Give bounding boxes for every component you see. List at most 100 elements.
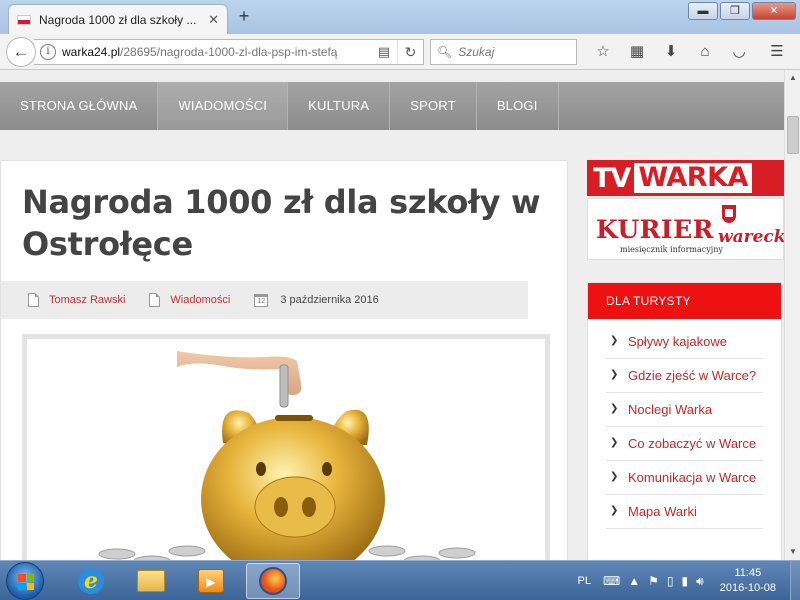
site-info-icon[interactable]: i [40,44,56,60]
keyboard-icon[interactable]: ⌨ [603,574,620,588]
site-navigation: STRONA GŁÓWNA WIADOMOŚCI KULTURA SPORT BLOGI [0,82,784,130]
nav-item[interactable]: STRONA GŁÓWNA [0,82,159,130]
back-arrow-icon: ← [12,42,30,61]
chevron-right-icon: ❯ [610,335,619,346]
piggy-bank-illustration [98,339,476,560]
browser-toolbar: i warka24.pl /28695/nagroda-1000-zl-dla-… [0,34,800,70]
article-date: 3 października 2016 [280,294,379,306]
widget-link-item[interactable]: ❯ Co zobaczyć w Warce [606,427,763,461]
search-box[interactable]: 🔍︎ [430,39,577,65]
author-link[interactable]: Tomasz Rawski [49,294,125,306]
scroll-thumb[interactable] [787,116,799,154]
widget-link-item[interactable]: ❯ Mapa Warki [606,495,763,529]
kurier-warecki-logo[interactable]: KURIER warecki miesięcznik informacyjny [587,198,784,260]
screen: Nagroda 1000 zł dla szkoły ... ✕ + ▬ ❐ ✕… [0,0,800,600]
taskbar-media-player[interactable]: ▶ [184,563,238,599]
scroll-up-icon[interactable]: ▲ [785,70,800,86]
chevron-right-icon: ❯ [610,403,619,414]
taskbar-ie[interactable]: e [64,563,118,599]
bookmark-star-icon[interactable]: ☆ [586,40,620,64]
meta-category: Wiadomości [149,293,230,307]
meta-author: Tomasz Rawski [28,293,125,307]
battery-icon[interactable]: ▯ [667,574,674,588]
tv-logo-right: WARKA [634,163,752,193]
widget-link-label[interactable]: Co zobaczyć w Warce [628,435,756,452]
hamburger-menu-icon[interactable]: ☰ [760,40,794,64]
widget-link-list: ❯ Spływy kajakowe ❯ Gdzie zjeść w Warce? ❯ No… [588,319,781,529]
downloads-icon[interactable]: ⬇ [654,40,688,64]
widget-title: DLA TURYSTY [588,283,781,319]
system-tray: PL ⌨ ▲ ⚑ ▯ ▮ 🔊︎ 11:45 2016-10-08 [577,561,800,600]
url-host: warka24.pl [62,45,121,59]
chevron-right-icon: ❯ [610,437,619,448]
show-hidden-icons[interactable]: ▲ [628,574,640,588]
show-desktop-button[interactable] [790,561,800,600]
nav-item[interactable]: SPORT [390,82,477,130]
widget-link-item[interactable]: ❯ Gdzie zjeść w Warce? [606,359,763,393]
article-meta-bar: Tomasz Rawski Wiadomości 12 3 październi… [1,281,528,319]
tv-logo-left: TV [593,162,631,194]
browser-tab-bar: Nagroda 1000 zł dla szkoły ... ✕ + ▬ ❐ ✕ [0,0,800,34]
kurier-subtitle: miesięcznik informacyjny [620,245,723,254]
taskbar-explorer[interactable] [124,563,178,599]
search-input[interactable] [458,45,569,59]
internet-explorer-icon: e [78,568,104,594]
address-bar[interactable]: i warka24.pl /28695/nagroda-1000-zl-dla-… [34,39,424,65]
article-photo[interactable] [27,339,545,560]
kurier-suffix-text: warecki [718,227,784,247]
tab-close-icon[interactable]: ✕ [208,12,219,28]
taskbar-firefox[interactable] [246,563,300,599]
tv-warka-logo[interactable]: TV WARKA [587,160,784,196]
media-player-icon: ▶ [198,569,224,593]
nav-item[interactable]: WIADOMOŚCI [158,82,289,130]
nav-item[interactable]: BLOGI [477,82,559,130]
new-tab-button[interactable]: + [234,5,254,27]
widget-link-item[interactable]: ❯ Komunikacja w Warce [606,461,763,495]
meta-date: 12 3 października 2016 [254,293,379,307]
window-controls: ▬ ❐ ✕ [686,2,796,20]
page-scrollbar[interactable]: ▲ ▼ [784,70,800,560]
article-photo-frame [22,334,550,560]
warka-crest-icon [722,205,736,223]
window-close-button[interactable]: ✕ [752,2,796,20]
widget-link-label[interactable]: Noclegi Warka [628,401,712,418]
chevron-right-icon: ❯ [610,505,619,516]
start-button[interactable] [6,562,44,600]
calendar-icon: 12 [254,293,269,307]
widget-link-item[interactable]: ❯ Noclegi Warka [606,393,763,427]
action-center-icon[interactable]: ⚑ [648,574,659,588]
volume-icon[interactable]: 🔊︎ [696,574,704,589]
widget-link-label[interactable]: Gdzie zjeść w Warce? [628,367,756,384]
file-explorer-icon [137,570,165,592]
reload-icon[interactable]: ↻ [397,40,423,64]
article-title: Nagroda 1000 zł dla szkoły w Ostrołęce [22,183,541,263]
author-doc-icon [28,293,39,307]
category-doc-icon [149,293,161,307]
minimize-button[interactable]: ▬ [688,2,718,20]
url-path: /28695/nagroda-1000-zl-dla-psp-im-stefą [120,45,338,59]
scroll-down-icon[interactable]: ▼ [785,544,800,560]
nav-item[interactable]: KULTURA [288,82,391,130]
widget-link-label[interactable]: Spływy kajakowe [628,333,727,350]
firefox-icon [259,567,287,595]
home-icon[interactable]: ⌂ [688,40,722,64]
windows-taskbar: e ▶ PL ⌨ ▲ ⚑ ▯ ▮ 🔊︎ 11:45 2016-10-08 [0,560,800,600]
widget-link-label[interactable]: Komunikacja w Warce [628,469,756,486]
language-indicator[interactable]: PL [577,575,590,587]
system-clock[interactable]: 11:45 2016-10-08 [720,566,776,596]
network-icon[interactable]: ▮ [682,574,689,588]
tab-title: Nagroda 1000 zł dla szkoły ... [39,12,197,27]
category-link[interactable]: Wiadomości [170,294,230,306]
tourist-widget: DLA TURYSTY ❯ Spływy kajakowe ❯ Gdzie zjeść… [587,282,782,560]
pocket-icon[interactable]: ◡ [722,40,756,64]
clock-time: 11:45 [734,567,762,579]
reader-view-icon[interactable]: ▤ [371,44,397,60]
bookmarks-menu-icon[interactable]: ▦ [620,40,654,64]
restore-button[interactable]: ❐ [720,2,750,20]
widget-link-item[interactable]: ❯ Spływy kajakowe [606,325,763,359]
page-viewport: STRONA GŁÓWNA WIADOMOŚCI KULTURA SPORT BLOGI… [0,70,784,560]
back-button[interactable]: ← [6,37,36,67]
widget-link-label[interactable]: Mapa Warki [628,503,697,520]
clock-date: 2016-10-08 [719,582,776,594]
browser-tab-active[interactable]: Nagroda 1000 zł dla szkoły ... ✕ [8,4,228,34]
